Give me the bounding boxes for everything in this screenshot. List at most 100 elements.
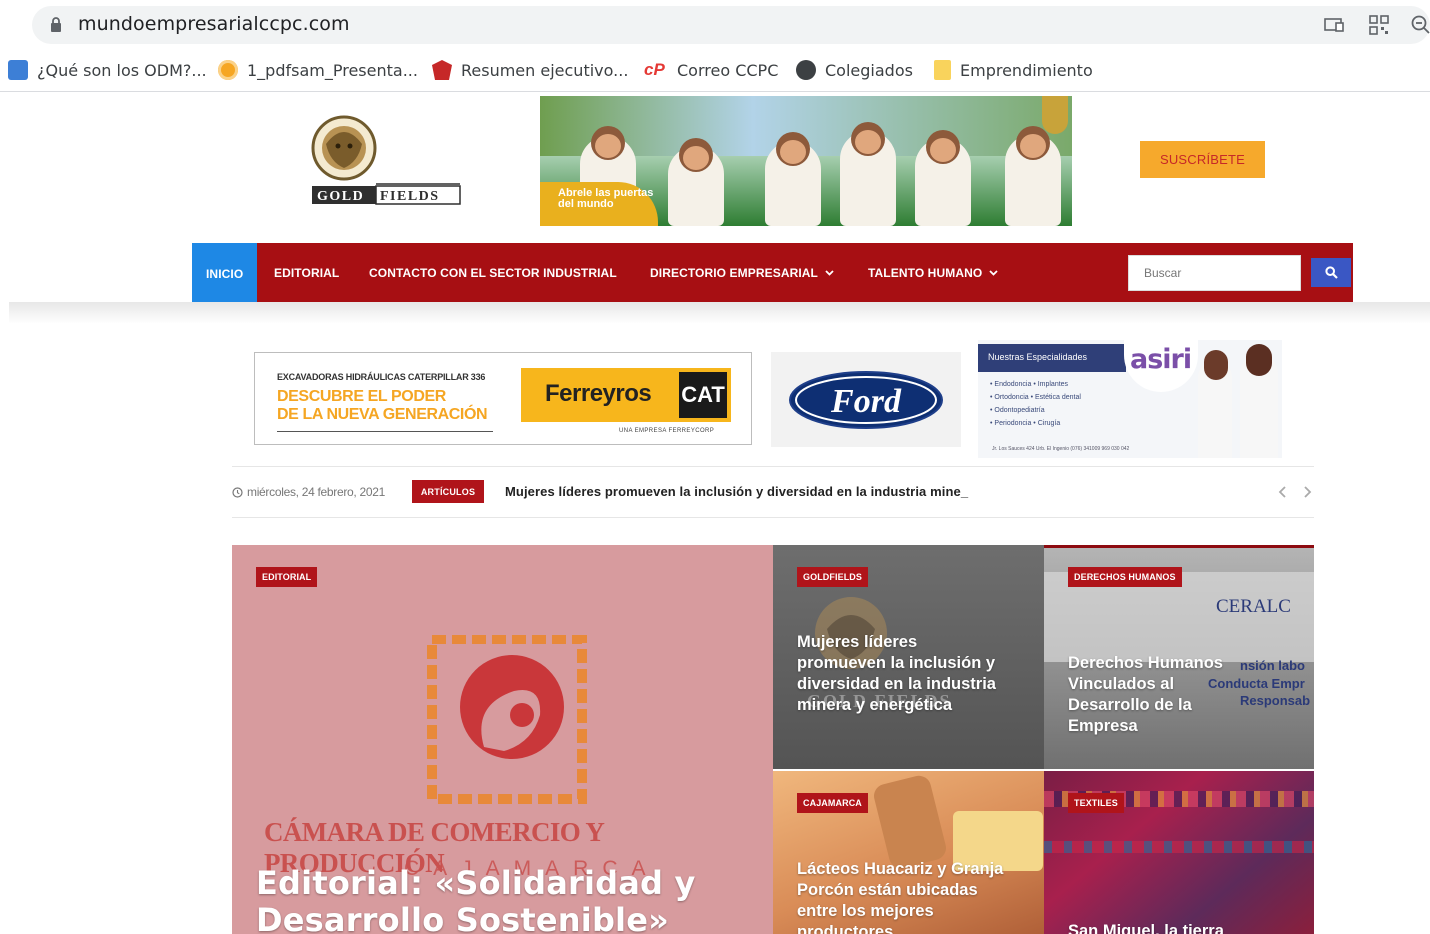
- bookmark-emprendimiento[interactable]: Emprendimiento: [934, 50, 1093, 90]
- url-text[interactable]: mundoempresarialccpc.com: [78, 13, 350, 35]
- ferreyros-brand: Ferreyros: [545, 380, 652, 407]
- ad-small-text: EXCAVADORAS HIDRÁULICAS CATERPILLAR 336: [277, 372, 486, 382]
- category-badge[interactable]: EDITORIAL: [256, 567, 318, 587]
- ferreyros-ad[interactable]: EXCAVADORAS HIDRÁULICAS CATERPILLAR 336 …: [254, 352, 752, 445]
- image-text: nsión labo: [1240, 658, 1305, 673]
- qr-code-icon[interactable]: [1368, 14, 1390, 36]
- category-badge[interactable]: GOLDFIELDS: [797, 567, 868, 587]
- article-title[interactable]: Mujeres líderes promueven la inclusión y…: [797, 632, 1007, 716]
- bookmark-label: ¿Qué son los ODM?...: [37, 60, 207, 80]
- nav-label: DIRECTORIO EMPRESARIAL: [650, 265, 818, 280]
- image-text: Responsab: [1240, 693, 1311, 708]
- bookmark-label: Emprendimiento: [960, 60, 1093, 80]
- svg-text:FIELDS: FIELDS: [380, 189, 440, 204]
- pdf-icon: [218, 60, 238, 80]
- bookmark-label: Colegiados: [825, 60, 913, 80]
- ford-ad[interactable]: Ford: [771, 352, 961, 447]
- category-badge[interactable]: CAJAMARCA: [797, 793, 868, 813]
- ford-brand-text: Ford: [830, 383, 902, 420]
- ad-headline-2: DE LA NUEVA GENERACIÓN: [277, 406, 488, 423]
- article-card-editorial[interactable]: CÁMARA DE COMERCIO Y PRODUCCIÓN CAJAMARC…: [232, 545, 773, 934]
- bookmark-colegiados[interactable]: Colegiados: [796, 50, 913, 90]
- clock-icon: [232, 486, 243, 498]
- asiri-service: • Odontopediatría: [990, 407, 1045, 414]
- asiri-service: • Periodoncia • Cirugía: [990, 420, 1061, 427]
- ticker-date-text: miércoles, 24 febrero, 2021: [247, 485, 385, 499]
- nav-item-directorio[interactable]: DIRECTORIO EMPRESARIAL: [650, 243, 834, 302]
- bookmark-label: Resumen ejecutivo...: [461, 60, 629, 80]
- cheese-image: [871, 773, 949, 871]
- article-title[interactable]: Editorial: «Solidaridad y Desarrollo Sos…: [256, 865, 756, 934]
- cat-logo: CAT: [679, 372, 727, 418]
- ticker-headline[interactable]: Mujeres líderes promueven la inclusión y…: [505, 484, 968, 499]
- asiri-logo: asiri: [1130, 344, 1192, 375]
- nav-item-editorial[interactable]: EDITORIAL: [274, 243, 339, 302]
- ticker-category-badge[interactable]: ARTÍCULOS: [412, 480, 484, 503]
- nav-shadow: [9, 302, 1430, 324]
- cast-icon[interactable]: [1323, 14, 1345, 36]
- banner-tagline: Abrele las puertas del mundo: [540, 182, 658, 226]
- article-card-textiles[interactable]: TEXTILES San Miguel, la tierra: [1044, 769, 1314, 934]
- nav-item-talento[interactable]: TALENTO HUMANO: [868, 243, 998, 302]
- search-icon: [1324, 266, 1338, 279]
- school-banner-ad[interactable]: Abrele las puertas del mundo: [540, 96, 1072, 226]
- shield-crest-icon: [432, 60, 452, 80]
- article-title[interactable]: Derechos Humanos Vinculados al Desarroll…: [1068, 653, 1248, 737]
- school-crest-icon: [1042, 96, 1068, 134]
- asiri-ad[interactable]: Nuestras Especialidades • Endodoncia • I…: [978, 340, 1282, 458]
- article-card-derechos-humanos[interactable]: CERALC nsión labo Conducta Empr Responsa…: [1044, 545, 1314, 769]
- bookmark-odm[interactable]: ¿Qué son los ODM?...: [8, 50, 207, 90]
- globe-icon: [796, 60, 816, 80]
- asiri-footer: Jr. Los Sauces 424 Urb. El Ingenio (076)…: [992, 446, 1130, 452]
- nav-label: EDITORIAL: [274, 265, 340, 280]
- browser-address-bar: mundoempresarialccpc.com: [0, 0, 1430, 50]
- search-button[interactable]: [1311, 258, 1351, 287]
- goldfields-logo[interactable]: GOLD FIELDS: [308, 114, 463, 206]
- nav-item-contacto[interactable]: CONTACTO CON EL SECTOR INDUSTRIAL: [369, 243, 617, 302]
- article-card-cajamarca[interactable]: CAJAMARCA Lácteos Huacariz y Granja Porc…: [773, 769, 1044, 934]
- asiri-service: • Endodoncia • Implantes: [990, 381, 1069, 388]
- featured-articles-grid: CÁMARA DE COMERCIO Y PRODUCCIÓN CAJAMARC…: [232, 545, 1314, 934]
- folder-icon: [934, 60, 951, 80]
- ticker-date: miércoles, 24 febrero, 2021: [232, 485, 385, 499]
- news-ticker: miércoles, 24 febrero, 2021 ARTÍCULOS Mu…: [232, 466, 1314, 518]
- chevron-down-icon: [989, 270, 998, 276]
- asiri-service: • Ortodoncia • Estética dental: [990, 394, 1081, 401]
- chevron-left-icon[interactable]: [1276, 484, 1290, 500]
- svg-text:GOLD: GOLD: [317, 189, 364, 204]
- chevron-right-icon[interactable]: [1300, 484, 1314, 500]
- bookmark-resumen[interactable]: Resumen ejecutivo...: [432, 50, 628, 90]
- bookmark-label: Correo CCPC: [677, 60, 779, 80]
- ad-subtext: UNA EMPRESA FERREYCORP: [619, 428, 715, 434]
- document-icon: [8, 60, 28, 80]
- asiri-service-list: • Endodoncia • Implantes • Ortodoncia • …: [990, 378, 1081, 430]
- article-title[interactable]: San Miguel, la tierra: [1068, 921, 1288, 934]
- bookmark-correo[interactable]: cP Correo CCPC: [644, 50, 778, 90]
- subscribe-button[interactable]: SUSCRÍBETE: [1140, 141, 1265, 178]
- cp-logo-icon: cP: [644, 60, 665, 79]
- ad-headline-1: DESCUBRE EL PODER: [277, 388, 446, 405]
- nav-label: CONTACTO CON EL SECTOR INDUSTRIAL: [369, 265, 617, 280]
- ad-divider: [277, 431, 493, 432]
- nav-label: TALENTO HUMANO: [868, 265, 983, 280]
- ceralc-text: CERALC: [1216, 596, 1291, 617]
- banner-tagline-text: Abrele las puertas del mundo: [558, 187, 654, 210]
- ford-logo-icon: Ford: [789, 371, 943, 429]
- camara-logo-icon: [427, 635, 587, 804]
- category-badge[interactable]: DERECHOS HUMANOS: [1068, 567, 1182, 587]
- lock-icon: [51, 17, 61, 32]
- bookmarks-bar: ¿Qué son los ODM?... 1_pdfsam_Presenta..…: [0, 50, 1430, 92]
- zoom-out-icon[interactable]: [1410, 14, 1430, 36]
- article-title[interactable]: Lácteos Huacariz y Granja Porcón están u…: [797, 859, 1007, 934]
- asiri-heading: Nuestras Especialidades: [988, 352, 1088, 362]
- search-input[interactable]: Buscar: [1128, 255, 1301, 291]
- category-badge[interactable]: TEXTILES: [1068, 793, 1124, 813]
- article-card-goldfields[interactable]: GOLD FIELDS GOLDFIELDS Mujeres líderes p…: [773, 545, 1044, 769]
- chevron-down-icon: [825, 270, 834, 276]
- main-nav: INICIO EDITORIAL CONTACTO CON EL SECTOR …: [192, 243, 1353, 305]
- ferreyros-logo: Ferreyros CAT: [521, 368, 731, 422]
- bookmark-pdfsam[interactable]: 1_pdfsam_Presenta...: [218, 50, 418, 90]
- nav-label: INICIO: [206, 267, 244, 281]
- bookmark-label: 1_pdfsam_Presenta...: [247, 60, 418, 80]
- nav-item-inicio[interactable]: INICIO: [192, 243, 258, 305]
